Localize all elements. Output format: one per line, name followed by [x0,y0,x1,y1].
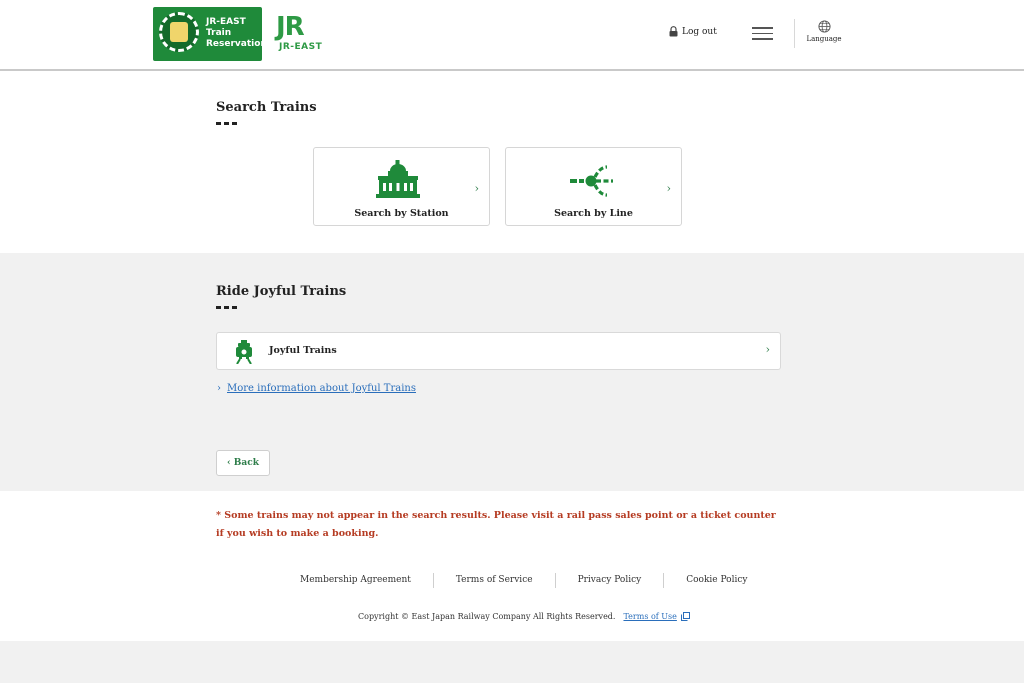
chevron-right-icon: › [474,182,479,195]
language-button[interactable]: Language [806,20,842,43]
station-building-icon [376,160,420,198]
back-button[interactable]: ‹ Back [216,450,270,476]
privacy-policy-link[interactable]: Privacy Policy [554,573,664,588]
logo-text-line1: JR-EAST [206,17,246,27]
search-by-station-label: Search by Station [354,208,449,219]
train-reservation-logo[interactable]: JR-EAST Train Reservation [153,7,267,61]
logo-text-line3: Reservation [206,39,267,49]
globe-icon [817,20,831,33]
logo-emblem [159,12,199,52]
hamburger-line [752,38,773,40]
search-by-station-card[interactable]: › Search by Station [313,147,490,226]
menu-button[interactable] [752,27,773,40]
joyful-trains-section: Ride Joyful Trains Joyful Trains › › More… [0,253,1024,491]
jr-east-logo[interactable]: JR JR-EAST [276,12,324,53]
title-underline [216,122,237,125]
more-info-link-text: More information about Joyful Trains [227,383,416,394]
lock-icon [669,26,678,37]
search-by-line-card[interactable]: › Search by Line [505,147,682,226]
footer-links: Membership Agreement Terms of Service Pr… [278,573,769,588]
hamburger-line [752,27,773,29]
external-link-icon [680,612,690,621]
chevron-right-icon: › [765,343,770,356]
jr-logo-mark: JR [276,12,305,42]
logo-text-line2: Train [206,28,232,38]
steam-train-icon [236,340,252,364]
logout-button[interactable]: Log out [669,26,717,37]
jr-logo-subtext: JR-EAST [279,42,323,52]
chevron-left-icon: ‹ [227,458,231,468]
chevron-right-icon: › [217,383,221,394]
joyful-trains-title: Ride Joyful Trains [216,284,347,299]
chevron-right-icon: › [666,182,671,195]
site-footer: * Some trains may not appear in the sear… [0,491,1024,641]
site-header: JR-EAST Train Reservation JR JR-EAST Log… [0,0,1024,71]
header-divider [794,19,795,48]
terms-of-service-link[interactable]: Terms of Service [432,573,555,588]
copyright: Copyright © East Japan Railway Company A… [358,612,690,621]
logout-label: Log out [682,26,717,37]
back-label: Back [233,458,259,468]
more-info-joyful-link[interactable]: › More information about Joyful Trains [217,383,416,394]
terms-of-use-link[interactable]: Terms of Use [623,612,676,621]
hamburger-line [752,32,773,34]
booking-notice: * Some trains may not appear in the sear… [216,510,776,539]
language-label: Language [806,35,842,43]
membership-agreement-link[interactable]: Membership Agreement [278,573,433,588]
search-trains-section: Search Trains › Search by Station › Sear… [0,71,1024,253]
joyful-trains-card[interactable]: Joyful Trains › [216,332,781,370]
joyful-trains-label: Joyful Trains [269,345,337,356]
copyright-text: Copyright © East Japan Railway Company A… [358,612,616,621]
search-trains-title: Search Trains [216,100,317,115]
title-underline [216,306,237,309]
search-by-line-label: Search by Line [554,208,633,219]
line-branch-icon [570,165,613,197]
cookie-policy-link[interactable]: Cookie Policy [663,573,769,588]
logo-text: JR-EAST Train Reservation [206,17,267,50]
